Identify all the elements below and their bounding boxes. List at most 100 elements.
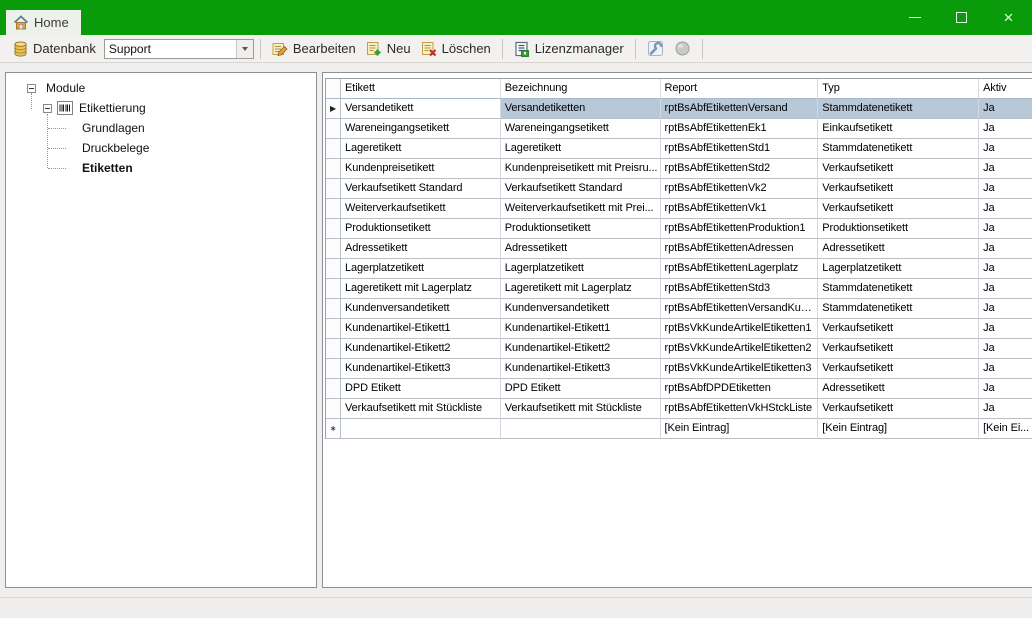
cell-typ[interactable]: Stammdatenetikett — [818, 139, 979, 159]
datenbank-combobox[interactable]: Support — [104, 39, 254, 59]
cell-typ[interactable]: Stammdatenetikett — [818, 299, 979, 319]
column-header-report[interactable]: Report — [661, 79, 819, 99]
row-header[interactable] — [326, 139, 341, 159]
cell-aktiv[interactable]: Ja — [979, 339, 1032, 359]
cell-etikett[interactable]: Verkaufsetikett mit Stückliste — [341, 399, 501, 419]
collapse-icon[interactable] — [27, 84, 36, 93]
row-header[interactable] — [326, 319, 341, 339]
cell-aktiv[interactable]: Ja — [979, 139, 1032, 159]
cell-typ[interactable]: Stammdatenetikett — [818, 279, 979, 299]
cell-typ[interactable]: Adressetikett — [818, 239, 979, 259]
row-header[interactable] — [326, 239, 341, 259]
row-header[interactable] — [326, 219, 341, 239]
cell-etikett[interactable]: Kundenartikel-Etikett2 — [341, 339, 501, 359]
new-row-cell-aktiv[interactable]: [Kein Ei... — [979, 419, 1032, 439]
cell-report[interactable]: rptBsAbfDPDEtiketten — [661, 379, 819, 399]
new-row-cell-etikett[interactable] — [341, 419, 501, 439]
tab-home[interactable]: Home — [6, 10, 81, 35]
cell-bezeichnung[interactable]: Lageretikett mit Lagerplatz — [501, 279, 661, 299]
row-header[interactable] — [326, 199, 341, 219]
cell-etikett[interactable]: DPD Etikett — [341, 379, 501, 399]
cell-typ[interactable]: Verkaufsetikett — [818, 359, 979, 379]
cell-etikett[interactable]: Kundenartikel-Etikett1 — [341, 319, 501, 339]
minimize-button[interactable] — [891, 3, 938, 33]
cell-report[interactable]: rptBsAbfEtikettenEk1 — [661, 119, 819, 139]
row-header[interactable] — [326, 339, 341, 359]
cell-etikett[interactable]: Lageretikett mit Lagerplatz — [341, 279, 501, 299]
new-row-cell-bezeichnung[interactable] — [501, 419, 661, 439]
cell-report[interactable]: rptBsAbfEtikettenVkHStckListe — [661, 399, 819, 419]
row-header[interactable] — [326, 379, 341, 399]
column-header-bezeichnung[interactable]: Bezeichnung — [501, 79, 661, 99]
cell-etikett[interactable]: Kundenpreisetikett — [341, 159, 501, 179]
cell-aktiv[interactable]: Ja — [979, 119, 1032, 139]
cell-bezeichnung[interactable]: Versandetiketten — [501, 99, 661, 119]
row-marker-icon[interactable]: ▶ — [326, 99, 341, 119]
cell-etikett[interactable]: Lagerplatzetikett — [341, 259, 501, 279]
cell-bezeichnung[interactable]: Kundenversandetikett — [501, 299, 661, 319]
cell-bezeichnung[interactable]: Adressetikett — [501, 239, 661, 259]
cell-bezeichnung[interactable]: Verkaufsetikett Standard — [501, 179, 661, 199]
cell-report[interactable]: rptBsAbfEtikettenVk2 — [661, 179, 819, 199]
cell-aktiv[interactable]: Ja — [979, 219, 1032, 239]
cell-typ[interactable]: Verkaufsetikett — [818, 399, 979, 419]
cell-aktiv[interactable]: Ja — [979, 359, 1032, 379]
cell-typ[interactable]: Lagerplatzetikett — [818, 259, 979, 279]
cell-bezeichnung[interactable]: Wareneingangsetikett — [501, 119, 661, 139]
cell-report[interactable]: rptBsAbfEtikettenVersandKun... — [661, 299, 819, 319]
cell-typ[interactable]: Verkaufsetikett — [818, 339, 979, 359]
row-header[interactable] — [326, 79, 341, 99]
cell-etikett[interactable]: Verkaufsetikett Standard — [341, 179, 501, 199]
cell-aktiv[interactable]: Ja — [979, 179, 1032, 199]
cell-etikett[interactable]: Lageretikett — [341, 139, 501, 159]
cell-report[interactable]: rptBsAbfEtikettenStd2 — [661, 159, 819, 179]
cell-typ[interactable]: Adressetikett — [818, 379, 979, 399]
row-header[interactable] — [326, 179, 341, 199]
cell-etikett[interactable]: Wareneingangsetikett — [341, 119, 501, 139]
cell-report[interactable]: rptBsAbfEtikettenVersand — [661, 99, 819, 119]
row-marker-icon[interactable]: ∗ — [326, 419, 341, 439]
cell-report[interactable]: rptBsAbfEtikettenAdressen — [661, 239, 819, 259]
cell-typ[interactable]: Einkaufsetikett — [818, 119, 979, 139]
cell-report[interactable]: rptBsAbfEtikettenStd3 — [661, 279, 819, 299]
neu-button[interactable]: Neu — [361, 38, 416, 60]
cell-aktiv[interactable]: Ja — [979, 239, 1032, 259]
tree-item-etiketten[interactable]: Etiketten — [6, 158, 316, 178]
cell-aktiv[interactable]: Ja — [979, 259, 1032, 279]
cell-typ[interactable]: Verkaufsetikett — [818, 159, 979, 179]
cell-bezeichnung[interactable]: Produktionsetikett — [501, 219, 661, 239]
cell-bezeichnung[interactable]: Lageretikett — [501, 139, 661, 159]
cell-aktiv[interactable]: Ja — [979, 199, 1032, 219]
cell-typ[interactable]: Verkaufsetikett — [818, 319, 979, 339]
cell-etikett[interactable]: Versandetikett — [341, 99, 501, 119]
cell-aktiv[interactable]: Ja — [979, 379, 1032, 399]
cell-etikett[interactable]: Produktionsetikett — [341, 219, 501, 239]
row-header[interactable] — [326, 279, 341, 299]
new-row-cell-typ[interactable]: [Kein Eintrag] — [818, 419, 979, 439]
cell-bezeichnung[interactable]: Weiterverkaufsetikett mit Prei... — [501, 199, 661, 219]
lizenzmanager-button[interactable]: Lizenzmanager — [509, 38, 629, 60]
column-header-etikett[interactable]: Etikett — [341, 79, 501, 99]
cell-etikett[interactable]: Kundenartikel-Etikett3 — [341, 359, 501, 379]
loeschen-button[interactable]: Löschen — [416, 38, 496, 60]
cell-aktiv[interactable]: Ja — [979, 159, 1032, 179]
help-button[interactable] — [669, 37, 696, 60]
cell-aktiv[interactable]: Ja — [979, 319, 1032, 339]
cell-report[interactable]: rptBsVkKundeArtikelEtiketten1 — [661, 319, 819, 339]
cell-aktiv[interactable]: Ja — [979, 279, 1032, 299]
column-header-aktiv[interactable]: Aktiv — [979, 79, 1032, 99]
bearbeiten-button[interactable]: Bearbeiten — [267, 38, 361, 60]
cell-aktiv[interactable]: Ja — [979, 399, 1032, 419]
cell-aktiv[interactable]: Ja — [979, 99, 1032, 119]
cell-bezeichnung[interactable]: Lagerplatzetikett — [501, 259, 661, 279]
tree-item-druckbelege[interactable]: Druckbelege — [6, 138, 316, 158]
cell-aktiv[interactable]: Ja — [979, 299, 1032, 319]
datenbank-dropdown-button[interactable] — [236, 40, 253, 58]
cell-typ[interactable]: Produktionsetikett — [818, 219, 979, 239]
column-header-typ[interactable]: Typ — [818, 79, 979, 99]
row-header[interactable] — [326, 359, 341, 379]
settings-button[interactable] — [642, 37, 669, 60]
cell-typ[interactable]: Verkaufsetikett — [818, 179, 979, 199]
row-header[interactable] — [326, 159, 341, 179]
row-header[interactable] — [326, 259, 341, 279]
